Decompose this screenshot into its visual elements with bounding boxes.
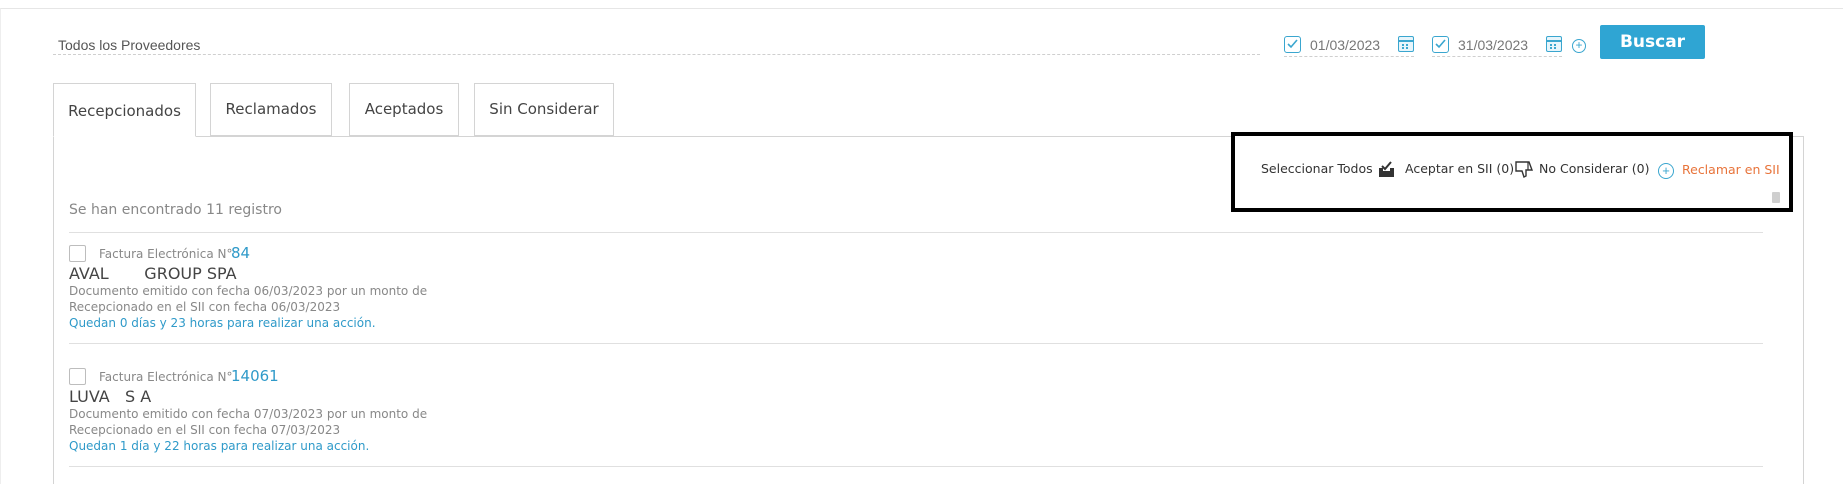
divider — [69, 343, 1763, 344]
row-checkbox[interactable] — [69, 368, 86, 385]
date-to-field[interactable]: 31/03/2023 — [1432, 33, 1562, 57]
supplier-name: LUVA S A — [69, 387, 152, 406]
accept-inbox-icon — [1377, 160, 1396, 184]
document-number-link[interactable]: 14061 — [231, 367, 279, 385]
supplier-name: AVAL GROUP SPA — [69, 264, 237, 283]
add-circle-icon: + — [1658, 163, 1674, 179]
tab-recepcionados[interactable]: Recepcionados — [53, 83, 196, 137]
date-from-checkbox[interactable] — [1284, 36, 1301, 53]
trash-icon[interactable] — [1772, 192, 1780, 203]
divider — [69, 232, 1763, 233]
remaining-time: Quedan 1 día y 22 horas para realizar un… — [69, 439, 370, 453]
results-count: Se han encontrado 11 registro — [69, 202, 282, 218]
add-filter-icon[interactable]: + — [1572, 39, 1586, 53]
date-to-checkbox[interactable] — [1432, 36, 1449, 53]
tab-reclamados[interactable]: Reclamados — [210, 83, 332, 136]
date-from-value: 01/03/2023 — [1310, 37, 1381, 53]
claim-sii-button[interactable]: Reclamar en SII — [1682, 162, 1780, 177]
calendar-icon[interactable] — [1546, 36, 1562, 52]
date-from-field[interactable]: 01/03/2023 — [1284, 33, 1414, 57]
document-type: Factura Electrónica N° — [99, 370, 233, 384]
received-info: Recepcionado en el SII con fecha 06/03/2… — [69, 300, 341, 314]
document-type: Factura Electrónica N° — [99, 247, 233, 261]
emitted-info: Documento emitido con fecha 06/03/2023 p… — [69, 284, 428, 298]
document-number-link[interactable]: 84 — [231, 244, 250, 262]
received-info: Recepcionado en el SII con fecha 07/03/2… — [69, 423, 341, 437]
select-all-button[interactable]: Seleccionar Todos — [1261, 161, 1373, 176]
provider-select[interactable]: Todos los Proveedores — [53, 33, 1260, 55]
thumbs-down-icon — [1514, 160, 1534, 184]
search-button[interactable]: Buscar — [1600, 25, 1705, 59]
divider — [69, 466, 1763, 467]
tab-sin-considerar[interactable]: Sin Considerar — [474, 83, 614, 136]
row-checkbox[interactable] — [69, 245, 86, 262]
calendar-icon[interactable] — [1398, 36, 1414, 52]
accept-sii-button[interactable]: Aceptar en SII (0) — [1405, 161, 1514, 176]
remaining-time: Quedan 0 días y 23 horas para realizar u… — [69, 316, 376, 330]
not-consider-button[interactable]: No Considerar (0) — [1539, 161, 1650, 176]
emitted-info: Documento emitido con fecha 07/03/2023 p… — [69, 407, 428, 421]
tab-aceptados[interactable]: Aceptados — [349, 83, 459, 136]
provider-select-value: Todos los Proveedores — [58, 37, 201, 53]
date-to-value: 31/03/2023 — [1458, 37, 1529, 53]
bulk-actions-bar: Seleccionar Todos Aceptar en SII (0) No … — [1231, 132, 1793, 212]
